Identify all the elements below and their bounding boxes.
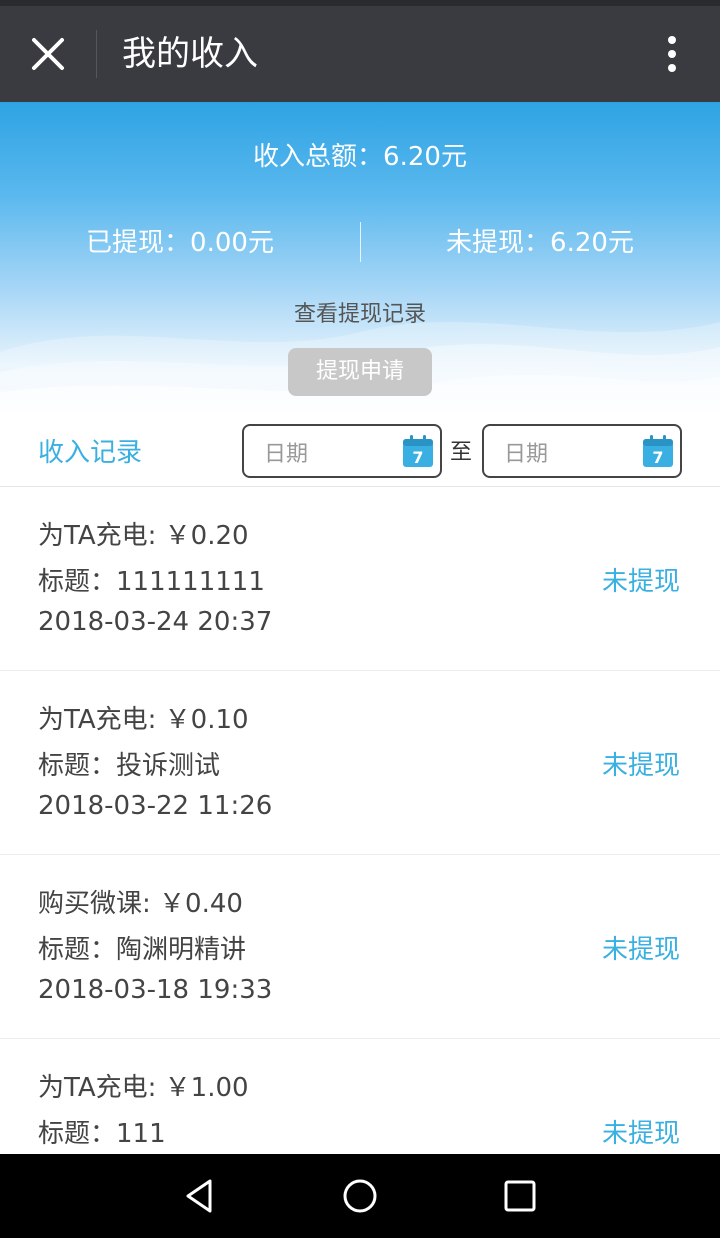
calendar-icon: 7 xyxy=(643,435,673,467)
record-status: 未提现 xyxy=(601,751,680,781)
record-time: 2018-03-18 19:33 xyxy=(38,975,273,1005)
start-date-placeholder: 日期 xyxy=(264,442,309,467)
record-time: 2018-03-24 20:37 xyxy=(38,607,273,637)
start-date-input[interactable]: 日期 7 xyxy=(242,424,442,478)
withdrawn-amount: 已提现：0.00元 xyxy=(86,228,274,258)
recent-apps-icon[interactable] xyxy=(500,1176,540,1216)
back-icon[interactable] xyxy=(180,1176,220,1216)
system-navigation-bar xyxy=(0,1154,720,1238)
calendar-icon: 7 xyxy=(403,435,433,467)
top-bar: 我的收入 xyxy=(0,0,720,102)
record-amount: 为TA充电: ￥1.00 xyxy=(38,1073,249,1103)
record-title: 标题：投诉测试 xyxy=(38,751,221,781)
end-date-placeholder: 日期 xyxy=(504,442,549,467)
record-time: 2018-03-22 11:26 xyxy=(38,791,273,821)
record-status: 未提现 xyxy=(601,567,680,597)
record-amount: 为TA充电: ￥0.20 xyxy=(38,521,249,551)
pending-amount: 未提现：6.20元 xyxy=(446,228,634,258)
record-title: 标题：陶渊明精讲 xyxy=(38,935,247,965)
more-button[interactable] xyxy=(648,30,696,78)
view-withdraw-records-link[interactable]: 查看提现记录 xyxy=(0,296,720,328)
list-item[interactable]: 为TA充电: ￥0.10 标题：投诉测试 2018-03-22 11:26 未提… xyxy=(0,671,720,855)
record-title: 标题：111111111 xyxy=(38,567,265,597)
income-records-list: 为TA充电: ￥0.20 标题：111111111 2018-03-24 20:… xyxy=(0,487,720,1223)
list-item[interactable]: 购买微课: ￥0.40 标题：陶渊明精讲 2018-03-18 19:33 未提… xyxy=(0,855,720,1039)
record-title: 标题：111 xyxy=(38,1119,166,1149)
record-amount: 购买微课: ￥0.40 xyxy=(38,889,243,919)
income-summary-banner: 收入总额：6.20元 已提现：0.00元 未提现：6.20元 查看提现记录 提现… xyxy=(0,102,720,412)
record-amount: 为TA充电: ￥0.10 xyxy=(38,705,249,735)
more-vertical-icon xyxy=(668,36,676,72)
income-records-label: 收入记录 xyxy=(38,438,143,468)
record-status: 未提现 xyxy=(601,1119,680,1149)
calendar-day-text: 7 xyxy=(652,448,663,467)
close-icon xyxy=(32,38,64,70)
records-filter-bar: 收入记录 日期 7 至 日期 7 xyxy=(0,416,720,487)
page-title: 我的收入 xyxy=(122,34,258,74)
close-button[interactable] xyxy=(24,30,72,78)
list-item[interactable]: 为TA充电: ￥0.20 标题：111111111 2018-03-24 20:… xyxy=(0,487,720,671)
total-income: 收入总额：6.20元 xyxy=(253,142,467,172)
withdraw-apply-button[interactable]: 提现申请 xyxy=(288,348,432,396)
date-range-separator: 至 xyxy=(450,440,473,465)
header-divider xyxy=(96,30,97,78)
calendar-day-text: 7 xyxy=(412,448,423,467)
record-status: 未提现 xyxy=(601,935,680,965)
home-icon[interactable] xyxy=(340,1176,380,1216)
status-strip xyxy=(0,0,720,6)
end-date-input[interactable]: 日期 7 xyxy=(482,424,682,478)
